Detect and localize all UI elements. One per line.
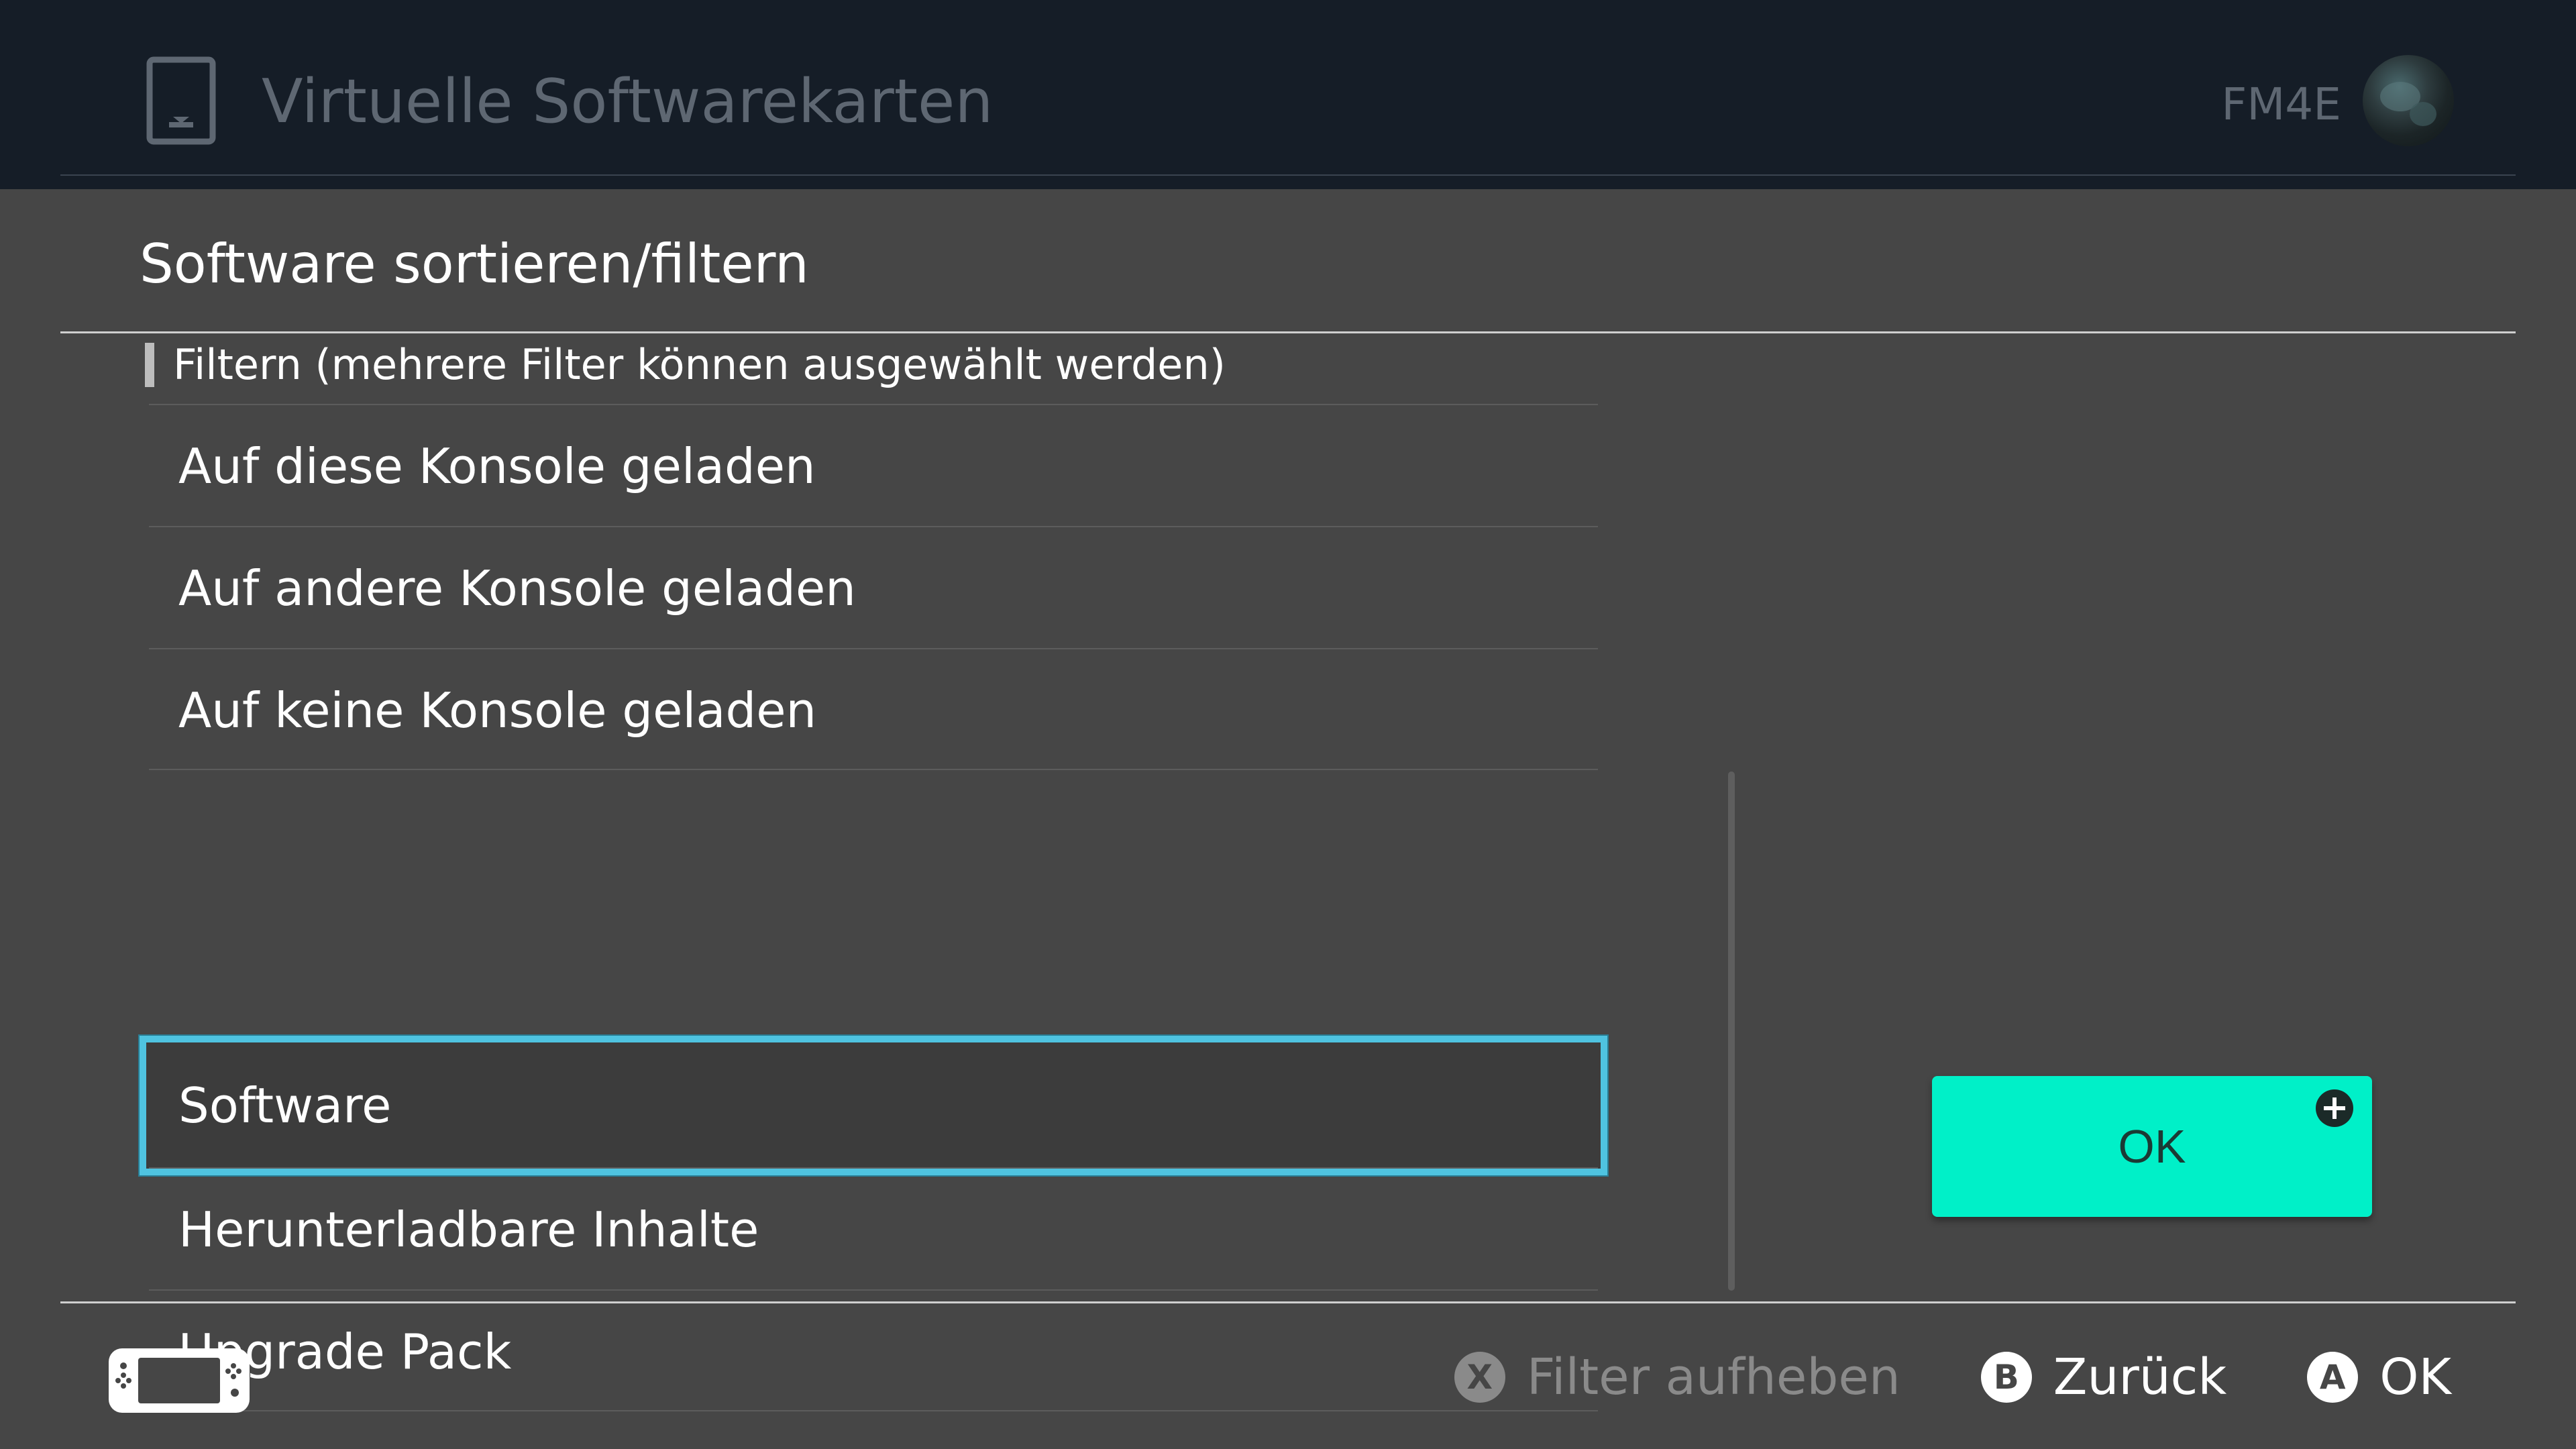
- section-marker: [145, 343, 154, 387]
- dialog-divider-bottom: [60, 1301, 2516, 1303]
- filter-option-label: Software: [178, 1077, 392, 1134]
- filter-option-label: Herunterladbare Inhalte: [178, 1201, 759, 1258]
- handheld-console-icon: [109, 1348, 250, 1413]
- virtual-card-icon: [146, 56, 216, 145]
- b-button-icon: B: [1980, 1352, 2032, 1403]
- filter-section-label: Filtern (mehrere Filter können ausgewähl…: [173, 340, 1226, 389]
- background-header: Virtuelle Softwarekarten FM4E: [0, 0, 2576, 189]
- scrollbar[interactable]: [1728, 771, 1735, 1291]
- clear-filter-action[interactable]: X Filter aufheben: [1454, 1344, 1900, 1411]
- background-header-title: Virtuelle Softwarekarten: [262, 66, 994, 137]
- dialog-divider-top: [60, 331, 2516, 333]
- plus-icon: [2316, 1089, 2353, 1127]
- filter-option-software[interactable]: Software: [140, 1036, 1607, 1175]
- filter-section-header: Filtern (mehrere Filter können ausgewähl…: [145, 338, 1226, 392]
- filter-option-label: Auf andere Konsole geladen: [178, 560, 856, 616]
- sort-filter-dialog: Software sortieren/filtern Filtern (mehr…: [0, 189, 2576, 1449]
- x-button-icon: X: [1454, 1352, 1505, 1403]
- confirm-label: OK: [2379, 1348, 2451, 1406]
- a-button-icon: A: [2307, 1352, 2359, 1403]
- confirm-action[interactable]: A OK: [2307, 1344, 2451, 1411]
- filter-option-label: Auf diese Konsole geladen: [178, 438, 816, 494]
- filter-option-dlc[interactable]: Herunterladbare Inhalte: [149, 1167, 1598, 1289]
- dialog-title: Software sortieren/filtern: [140, 233, 809, 295]
- filter-option-other-console[interactable]: Auf andere Konsole geladen: [149, 526, 1598, 648]
- user-avatar[interactable]: [2363, 55, 2454, 146]
- ok-button[interactable]: OK: [1932, 1076, 2372, 1217]
- user-code: FM4E: [2221, 78, 2341, 130]
- back-label: Zurück: [2053, 1348, 2227, 1406]
- filter-option-no-console[interactable]: Auf keine Konsole geladen: [149, 648, 1598, 770]
- ok-button-label: OK: [2118, 1120, 2186, 1173]
- filter-option-this-console[interactable]: Auf diese Konsole geladen: [149, 404, 1598, 526]
- footer-actions: X Filter aufheben B Zurück A OK: [1374, 1340, 2451, 1414]
- back-action[interactable]: B Zurück: [1980, 1344, 2227, 1411]
- clear-filter-label: Filter aufheben: [1526, 1348, 1900, 1406]
- screen: Virtuelle Softwarekarten FM4E Software s…: [0, 0, 2576, 1449]
- footer: X Filter aufheben B Zurück A OK: [0, 1307, 2576, 1449]
- filter-option-label: Auf keine Konsole geladen: [178, 682, 817, 739]
- header-divider: [60, 174, 2516, 176]
